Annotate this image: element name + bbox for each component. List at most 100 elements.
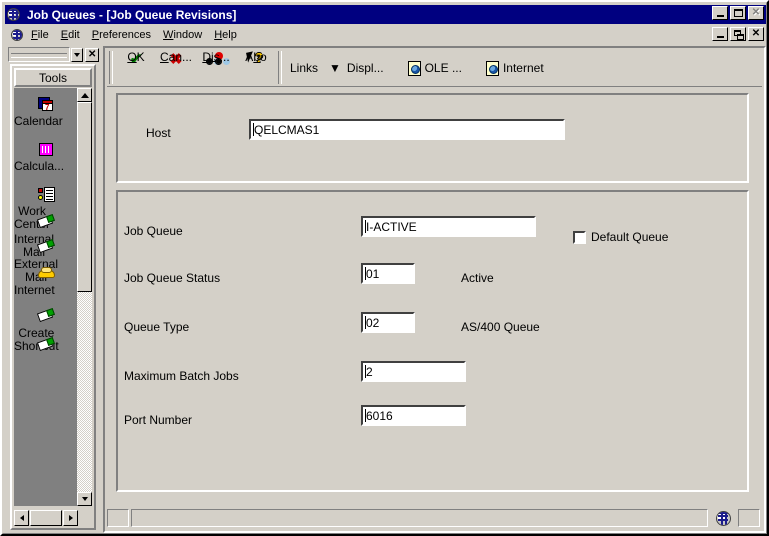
maximum-batch-jobs-label: Maximum Batch Jobs — [124, 369, 239, 383]
triangle-left-icon — [19, 515, 24, 521]
toolbar: ✔ OK ✖ Can... Dis... ? Abo Links ▼ Displ — [107, 50, 762, 87]
job-queue-status-input[interactable]: 01 — [361, 263, 415, 284]
window-title: Job Queues - [Job Queue Revisions] — [27, 7, 237, 22]
status-cell-right — [738, 509, 760, 527]
sidebar-item-label: Calcula... — [14, 159, 65, 173]
globe-icon — [715, 510, 731, 526]
queue-type-value: 02 — [366, 315, 380, 330]
minimize-button[interactable] — [712, 6, 728, 20]
tools-list[interactable]: 7 Calendar Calcula... Work Center Intern… — [14, 88, 78, 506]
menu-bar: FFileile Edit Preferences Window Help ✕ — [6, 25, 765, 44]
host-panel: Host QELCMAS1 — [116, 93, 749, 183]
sidebar-item-calendar[interactable]: 7 Calendar — [14, 88, 78, 128]
menu-item-window[interactable]: Window — [157, 27, 208, 43]
scrollbar-thumb[interactable] — [77, 102, 92, 292]
menu-item-edit[interactable]: Edit — [55, 27, 86, 43]
sidebar-close-button[interactable]: ✕ — [85, 47, 99, 62]
calculator-icon — [14, 139, 78, 159]
sidebar-item-label: Calendar — [14, 114, 63, 128]
calendar-icon: 7 — [14, 94, 78, 114]
tab-tools-label: Tools — [38, 70, 67, 85]
triangle-up-icon — [80, 92, 89, 98]
job-queue-label: Job Queue — [124, 224, 183, 238]
job-queue-input[interactable]: I-ACTIVE — [361, 216, 536, 237]
queue-type-input[interactable]: 02 — [361, 312, 415, 333]
port-number-label: Port Number — [124, 413, 193, 427]
scrollbar-thumb-h[interactable] — [30, 510, 62, 526]
document-globe-icon — [485, 60, 499, 76]
sidebar-body: Tools 7 Calendar Calcula... Work Center — [10, 64, 96, 530]
sidebar-horizontal-scrollbar[interactable] — [14, 510, 78, 526]
close-button[interactable]: ✕ — [748, 6, 764, 20]
window-controls: ✕ — [712, 6, 764, 20]
mdi-window-controls: ✕ — [712, 27, 764, 41]
scroll-right-button[interactable] — [63, 510, 78, 526]
port-number-value: 6016 — [366, 408, 393, 423]
job-queue-status-description: Active — [461, 271, 494, 285]
job-queue-panel: Job Queue I-ACTIVE Default Queue Job Que… — [116, 190, 749, 492]
job-queue-status-label: Job Queue Status — [124, 271, 221, 285]
links-label: Links — [290, 61, 319, 75]
host-value: QELCMAS1 — [254, 122, 320, 137]
maximum-batch-jobs-input[interactable]: 2 — [361, 361, 466, 382]
display-dropdown[interactable]: ▼ Displ... — [323, 51, 389, 85]
application-window-inner: Job Queues - [Job Queue Revisions] ✕ FFi… — [2, 2, 767, 534]
job-queue-revisions-form: Host QELCMAS1 Job Queue I-ACTIVE Default… — [107, 87, 762, 496]
ok-button-label: OK — [127, 50, 145, 64]
tools-sidebar: ✕ Tools 7 Calendar Calcula... Work Cente… — [7, 46, 101, 533]
links-menu[interactable]: Links — [285, 51, 323, 85]
tab-tools[interactable]: Tools — [14, 68, 92, 87]
maximum-batch-jobs-value: 2 — [366, 364, 373, 379]
work-center-icon — [14, 184, 78, 204]
ole-link[interactable]: OLE ... — [403, 51, 467, 85]
mdi-close-button[interactable]: ✕ — [748, 27, 764, 41]
document-globe-icon — [407, 60, 421, 76]
display-button-label: Dis... — [202, 50, 230, 64]
about-button-label: Abo — [245, 50, 267, 64]
sidebar-vertical-scrollbar[interactable] — [77, 88, 92, 506]
triangle-right-icon — [68, 515, 73, 521]
maximize-button[interactable] — [730, 6, 746, 20]
menu-item-file[interactable]: FFileile — [25, 27, 55, 43]
close-icon: ✕ — [751, 7, 761, 18]
job-queue-status-value: 01 — [366, 266, 380, 281]
toolbar-separator — [109, 51, 113, 84]
mdi-close-icon: ✕ — [751, 28, 761, 39]
default-queue-checkbox[interactable] — [573, 230, 586, 244]
queue-type-label: Queue Type — [124, 320, 190, 334]
host-label: Host — [146, 126, 171, 140]
job-queue-value: I-ACTIVE — [366, 219, 417, 234]
host-input[interactable]: QELCMAS1 — [249, 119, 565, 140]
chevron-down-icon[interactable] — [70, 47, 84, 62]
about-button[interactable]: ? Abo — [236, 51, 276, 85]
status-indicator — [710, 510, 736, 526]
cancel-button-label: Can... — [159, 50, 193, 64]
status-bar — [107, 507, 762, 529]
ok-button[interactable]: ✔ OK — [116, 51, 156, 85]
internet-link-label: Internet — [502, 61, 544, 75]
default-queue-checkbox-row[interactable]: Default Queue — [573, 230, 668, 244]
sidebar-item-label: Internet — [14, 283, 55, 297]
ole-link-label: OLE ... — [424, 61, 462, 75]
scroll-up-button[interactable] — [77, 88, 92, 102]
default-queue-label: Default Queue — [591, 230, 669, 244]
mdi-document-icon[interactable] — [8, 27, 25, 42]
sidebar-combo-input[interactable] — [8, 47, 70, 62]
window-icon[interactable] — [7, 7, 23, 22]
internet-link[interactable]: Internet — [481, 51, 549, 85]
toolbar-separator — [278, 51, 282, 84]
application-window: Job Queues - [Job Queue Revisions] ✕ FFi… — [0, 0, 769, 536]
display-button[interactable]: Dis... — [196, 51, 236, 85]
status-cell-left — [107, 509, 129, 527]
mail-icon — [14, 306, 78, 326]
cancel-button[interactable]: ✖ Can... — [156, 51, 196, 85]
menu-item-preferences[interactable]: Preferences — [86, 27, 157, 43]
scroll-down-button[interactable] — [77, 492, 92, 506]
port-number-input[interactable]: 6016 — [361, 405, 466, 426]
mdi-client-area: ✔ OK ✖ Can... Dis... ? Abo Links ▼ Displ — [103, 46, 766, 533]
scroll-left-button[interactable] — [14, 510, 29, 526]
mdi-restore-button[interactable] — [730, 27, 746, 41]
title-bar: Job Queues - [Job Queue Revisions] ✕ — [5, 5, 766, 24]
menu-item-help[interactable]: Help — [208, 27, 243, 43]
mdi-minimize-button[interactable] — [712, 27, 728, 41]
